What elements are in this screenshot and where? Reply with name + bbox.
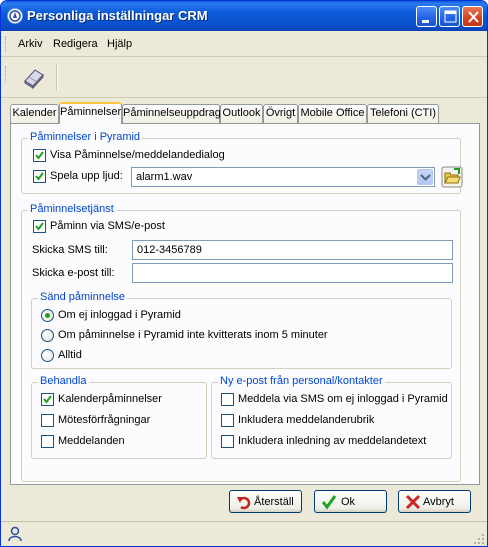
calendar-reminders-checkbox[interactable] [41, 393, 54, 406]
email-label: Skicka e-post till: [32, 267, 115, 279]
group-title: Påminnelsetjänst [28, 203, 116, 215]
resize-grip-icon[interactable] [473, 533, 485, 545]
notify-sms-checkbox[interactable] [221, 393, 234, 406]
new-email-group: Ny e-post från personal/kontakter Meddel… [211, 375, 452, 459]
close-icon [405, 494, 421, 510]
email-address-input[interactable] [132, 263, 453, 283]
pyramid-reminders-group: Påminnelser i Pyramid Visa Påminnelse/me… [21, 131, 463, 194]
tab-strip: Kalender Påminnelser Påminnelseuppdrag O… [9, 102, 479, 124]
meeting-requests-label: Mötesförfrågningar [58, 414, 151, 426]
menu-arkiv[interactable]: Arkiv [18, 38, 42, 50]
undo-icon [237, 496, 251, 510]
play-sound-checkbox[interactable] [33, 170, 46, 183]
messages-label: Meddelanden [58, 435, 125, 447]
group-title: Påminnelser i Pyramid [28, 131, 143, 143]
checkmark-icon [35, 151, 44, 160]
maximize-icon [444, 10, 457, 23]
radio-not-logged-in-label: Om ej inloggad i Pyramid [58, 309, 181, 321]
messages-checkbox[interactable] [41, 435, 54, 448]
tab-paminnelseuppdrag[interactable]: Påminnelseuppdrag [122, 104, 221, 123]
show-dialog-label: Visa Påminnelse/meddelandedialog [50, 149, 225, 161]
sms-email-label: Påminn via SMS/e-post [50, 220, 165, 232]
include-subject-checkbox[interactable] [221, 414, 234, 427]
eraser-icon [24, 69, 44, 90]
group-title: Behandla [38, 375, 89, 387]
group-title: Ny e-post från personal/kontakter [218, 375, 385, 387]
browse-sound-button[interactable] [441, 166, 463, 188]
checkmark-icon [35, 222, 44, 231]
menu-redigera[interactable]: Redigera [53, 38, 98, 50]
include-intro-label: Inkludera inledning av meddelandetext [238, 435, 427, 447]
menu-grip [5, 36, 8, 52]
show-dialog-checkbox[interactable] [33, 149, 46, 162]
user-status-icon [8, 526, 22, 542]
chevron-down-icon [420, 174, 431, 181]
reminder-service-group: Påminnelsetjänst Påminn via SMS/e-post S… [21, 203, 461, 482]
reset-label: Återställ [254, 496, 294, 508]
eraser-button[interactable] [20, 63, 48, 91]
maximize-button[interactable] [439, 6, 460, 27]
window-title: Personliga inställningar CRM [27, 8, 208, 23]
radio-not-acknowledged-label: Om påminnelse i Pyramid inte kvitterats … [58, 329, 328, 341]
tab-outlook[interactable]: Outlook [220, 104, 263, 123]
ok-label: Ok [341, 496, 356, 508]
radio-always-label: Alltid [58, 349, 82, 361]
notify-sms-label: Meddela via SMS om ej inloggad i Pyramid [238, 393, 448, 405]
minimize-icon [422, 20, 429, 23]
sms-number-input[interactable]: 012-3456789 [132, 240, 453, 260]
meeting-requests-checkbox[interactable] [41, 414, 54, 427]
toolbar-grip [5, 66, 8, 82]
toolbar [1, 58, 487, 98]
settings-window: Personliga inställningar CRM Arkiv Redig… [0, 0, 488, 547]
radio-always[interactable] [41, 349, 54, 362]
tab-ovrigt[interactable]: Övrigt [263, 104, 298, 123]
include-intro-checkbox[interactable] [221, 435, 234, 448]
close-icon [468, 11, 479, 23]
tab-paminnelser[interactable]: Påminnelser [59, 102, 122, 124]
tab-mobile-office[interactable]: Mobile Office [298, 104, 367, 123]
ok-button[interactable]: Ok [314, 490, 387, 513]
group-title: Sänd påminnelse [38, 291, 128, 303]
status-bar [1, 521, 487, 546]
checkmark-icon [35, 172, 44, 181]
sms-email-checkbox[interactable] [33, 220, 46, 233]
sound-file-value: alarm1.wav [136, 171, 193, 183]
tab-panel: Påminnelser i Pyramid Visa Påminnelse/me… [10, 123, 480, 485]
calendar-reminders-label: Kalenderpåminnelser [58, 393, 162, 405]
title-bar[interactable]: Personliga inställningar CRM [1, 1, 487, 31]
checkmark-icon [321, 495, 337, 510]
radio-not-logged-in[interactable] [41, 309, 54, 322]
cancel-button[interactable]: Avbryt [398, 490, 471, 513]
tab-kalender[interactable]: Kalender [10, 104, 59, 123]
include-subject-label: Inkludera meddelanderubrik [238, 414, 375, 426]
checkmark-icon [43, 395, 52, 404]
menu-bar: Arkiv Redigera Hjälp [1, 31, 487, 57]
folder-open-icon [441, 166, 463, 188]
tab-telefoni[interactable]: Telefoni (CTI) [367, 104, 439, 123]
send-reminder-group: Sänd påminnelse Om ej inloggad i Pyramid… [31, 291, 452, 369]
sms-label: Skicka SMS till: [32, 244, 108, 256]
minimize-button[interactable] [416, 6, 437, 27]
app-icon [7, 8, 23, 24]
cancel-label: Avbryt [423, 496, 454, 508]
close-button[interactable] [462, 6, 483, 27]
reset-button[interactable]: Återställ [229, 490, 302, 513]
sound-file-select[interactable]: alarm1.wav [131, 167, 435, 187]
radio-not-acknowledged[interactable] [41, 329, 54, 342]
toolbar-separator [56, 64, 58, 90]
sound-dropdown-button[interactable] [417, 169, 433, 185]
menu-hjalp[interactable]: Hjälp [107, 38, 132, 50]
play-sound-label: Spela upp ljud: [50, 170, 123, 182]
handle-group: Behandla Kalenderpåminnelser Mötesförfrå… [31, 375, 207, 459]
